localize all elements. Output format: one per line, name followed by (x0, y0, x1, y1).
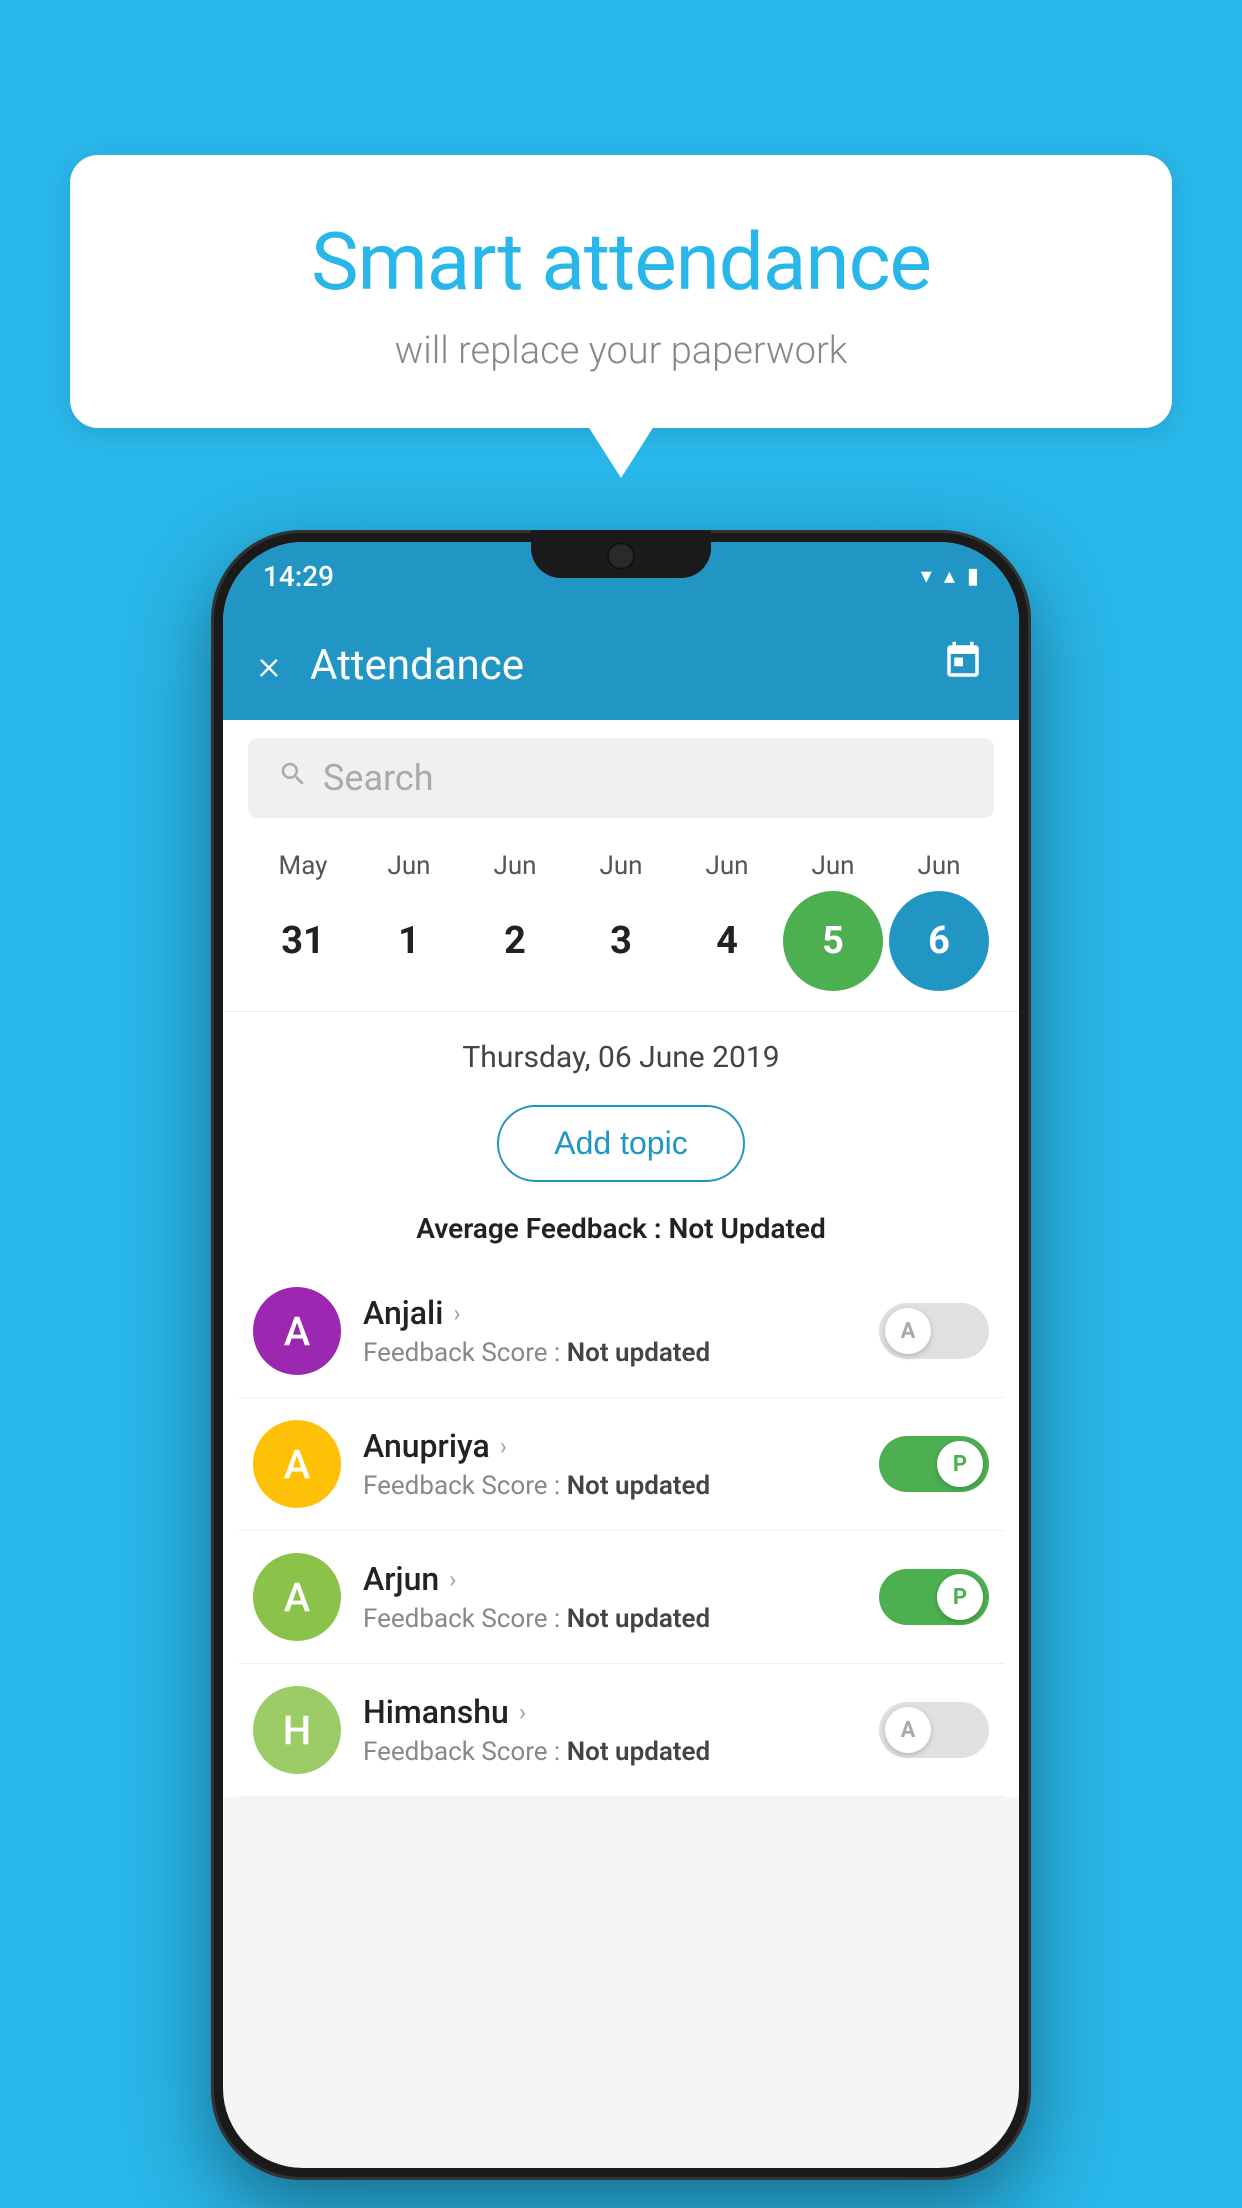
student-info-1: Anupriya › Feedback Score : Not updated (363, 1427, 857, 1501)
content-area: Thursday, 06 June 2019 Add topic Average… (223, 1012, 1019, 1797)
speech-bubble: Smart attendance will replace your paper… (70, 155, 1172, 428)
student-item-2[interactable]: A Arjun › Feedback Score : Not updated P (238, 1531, 1004, 1664)
toggle-thumb-3: A (885, 1707, 931, 1753)
toggle-container-2[interactable]: P (879, 1569, 989, 1625)
status-time: 14:29 (263, 560, 334, 593)
app-bar: × Attendance (223, 610, 1019, 720)
date-display: Thursday, 06 June 2019 (223, 1012, 1019, 1090)
phone-frame: 14:29 ▾ ▴ ▮ × Attendance (211, 530, 1031, 2180)
chevron-icon: › (500, 1432, 507, 1460)
wifi-icon: ▾ (921, 564, 932, 589)
date-cell-3[interactable]: 3 (571, 891, 671, 991)
avg-feedback: Average Feedback : Not Updated (223, 1197, 1019, 1265)
month-row: MayJunJunJunJunJunJun (243, 851, 999, 881)
signal-icon: ▴ (944, 564, 955, 589)
avatar-2: A (253, 1553, 341, 1641)
chevron-icon: › (453, 1299, 460, 1327)
headline: Smart attendance (120, 215, 1122, 309)
toggle-container-3[interactable]: A (879, 1702, 989, 1758)
calendar-strip: MayJunJunJunJunJunJun 31123456 (223, 836, 1019, 1012)
status-icons: ▾ ▴ ▮ (921, 564, 979, 589)
avg-feedback-label: Average Feedback : (416, 1212, 668, 1245)
attendance-toggle-1[interactable]: P (879, 1436, 989, 1492)
search-container: Search (223, 720, 1019, 836)
month-label-0: May (253, 851, 353, 881)
search-placeholder: Search (323, 757, 434, 799)
battery-icon: ▮ (967, 564, 979, 589)
subtext: will replace your paperwork (120, 329, 1122, 373)
student-item-3[interactable]: H Himanshu › Feedback Score : Not updated A (238, 1664, 1004, 1797)
student-info-0: Anjali › Feedback Score : Not updated (363, 1294, 857, 1368)
attendance-toggle-3[interactable]: A (879, 1702, 989, 1758)
add-topic-container: Add topic (223, 1090, 1019, 1197)
toggle-thumb-0: A (885, 1308, 931, 1354)
student-name-0[interactable]: Anjali › (363, 1294, 857, 1332)
feedback-value-2: Not updated (567, 1604, 710, 1634)
student-name-2[interactable]: Arjun › (363, 1560, 857, 1598)
date-cell-31[interactable]: 31 (253, 891, 353, 991)
feedback-score-0: Feedback Score : Not updated (363, 1338, 857, 1368)
student-info-3: Himanshu › Feedback Score : Not updated (363, 1693, 857, 1767)
feedback-score-3: Feedback Score : Not updated (363, 1737, 857, 1767)
feedback-value-0: Not updated (567, 1338, 710, 1368)
month-label-2: Jun (465, 851, 565, 881)
feedback-value-1: Not updated (567, 1471, 710, 1501)
phone-wrapper: 14:29 ▾ ▴ ▮ × Attendance (211, 530, 1031, 2180)
date-cell-5[interactable]: 5 (783, 891, 883, 991)
month-label-6: Jun (889, 851, 989, 881)
toggle-thumb-2: P (937, 1574, 983, 1620)
speech-bubble-container: Smart attendance will replace your paper… (70, 155, 1172, 428)
chevron-icon: › (449, 1565, 456, 1593)
month-label-5: Jun (783, 851, 883, 881)
avatar-3: H (253, 1686, 341, 1774)
search-icon (278, 758, 308, 798)
avg-feedback-value: Not Updated (669, 1212, 826, 1245)
date-cell-2[interactable]: 2 (465, 891, 565, 991)
feedback-value-3: Not updated (567, 1737, 710, 1767)
chevron-icon: › (519, 1698, 526, 1726)
app-bar-title: Attendance (310, 641, 912, 690)
month-label-3: Jun (571, 851, 671, 881)
student-name-3[interactable]: Himanshu › (363, 1693, 857, 1731)
date-cell-4[interactable]: 4 (677, 891, 777, 991)
student-item-1[interactable]: A Anupriya › Feedback Score : Not updated P (238, 1398, 1004, 1531)
add-topic-button[interactable]: Add topic (497, 1105, 744, 1182)
search-bar[interactable]: Search (248, 738, 994, 818)
date-cell-6[interactable]: 6 (889, 891, 989, 991)
student-list: AAnjali ›Feedback Score : Not updatedAAA… (223, 1265, 1019, 1797)
student-info-2: Arjun › Feedback Score : Not updated (363, 1560, 857, 1634)
toggle-thumb-1: P (937, 1441, 983, 1487)
date-row[interactable]: 31123456 (243, 891, 999, 991)
avatar-0: A (253, 1287, 341, 1375)
month-label-4: Jun (677, 851, 777, 881)
feedback-score-2: Feedback Score : Not updated (363, 1604, 857, 1634)
phone-notch (531, 530, 711, 578)
close-button[interactable]: × (258, 641, 280, 690)
toggle-container-0[interactable]: A (879, 1303, 989, 1359)
date-cell-1[interactable]: 1 (359, 891, 459, 991)
phone-screen: 14:29 ▾ ▴ ▮ × Attendance (223, 542, 1019, 2168)
student-item-0[interactable]: A Anjali › Feedback Score : Not updated A (238, 1265, 1004, 1398)
feedback-score-1: Feedback Score : Not updated (363, 1471, 857, 1501)
student-name-1[interactable]: Anupriya › (363, 1427, 857, 1465)
toggle-container-1[interactable]: P (879, 1436, 989, 1492)
avatar-1: A (253, 1420, 341, 1508)
month-label-1: Jun (359, 851, 459, 881)
attendance-toggle-2[interactable]: P (879, 1569, 989, 1625)
calendar-icon[interactable] (942, 640, 984, 691)
attendance-toggle-0[interactable]: A (879, 1303, 989, 1359)
